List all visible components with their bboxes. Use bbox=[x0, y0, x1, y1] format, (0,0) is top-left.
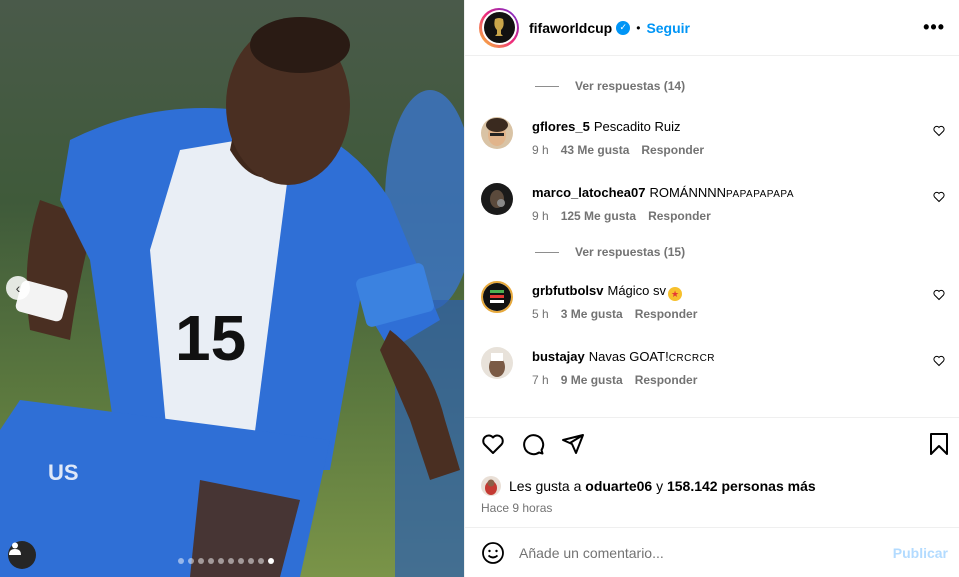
comment-likes[interactable]: 9 Me gusta bbox=[561, 373, 623, 387]
commenter-avatar[interactable] bbox=[481, 347, 513, 379]
comment-time: 9 h bbox=[532, 143, 549, 157]
comment-icon[interactable] bbox=[521, 432, 545, 456]
carousel-dot bbox=[198, 558, 204, 564]
heart-icon[interactable] bbox=[933, 289, 945, 301]
comment-text: Navas GOAT! bbox=[588, 349, 669, 364]
author-username[interactable]: fifaworldcup bbox=[529, 20, 612, 36]
player-photo: 15 US bbox=[0, 17, 464, 577]
carousel-dot bbox=[178, 558, 184, 564]
view-replies-label: Ver respuestas (15) bbox=[575, 245, 686, 259]
previous-image-button[interactable]: ‹ bbox=[6, 276, 30, 300]
svg-text:US: US bbox=[48, 460, 79, 485]
comments-list: Ver respuestas (14) gflores_5 Pescadito R… bbox=[465, 57, 959, 417]
reply-button[interactable]: Responder bbox=[648, 209, 711, 223]
view-replies-button[interactable]: Ver respuestas (14) bbox=[535, 79, 685, 93]
post-actions: Les gusta a oduarte06 y 158.142 personas… bbox=[465, 417, 959, 527]
carousel-dot bbox=[238, 558, 244, 564]
heart-icon[interactable] bbox=[933, 355, 945, 367]
commenter-avatar[interactable] bbox=[481, 117, 513, 149]
commenter-avatar[interactable] bbox=[481, 281, 513, 313]
share-icon[interactable] bbox=[561, 432, 585, 456]
verified-badge-icon: ✓ bbox=[616, 20, 631, 35]
comment-composer: Publicar bbox=[465, 527, 959, 577]
publish-button[interactable]: Publicar bbox=[893, 545, 948, 561]
author-avatar[interactable] bbox=[479, 7, 519, 48]
reply-button[interactable]: Responder bbox=[641, 143, 704, 157]
liker-username[interactable]: oduarte06 bbox=[585, 478, 652, 494]
svg-text:15: 15 bbox=[175, 302, 246, 374]
emoji-icon[interactable] bbox=[481, 541, 505, 565]
carousel-indicator bbox=[178, 558, 274, 564]
follow-button[interactable]: Seguir bbox=[646, 20, 690, 36]
likes-connector: y bbox=[656, 478, 664, 494]
tagged-users-button[interactable] bbox=[8, 541, 36, 569]
heart-icon[interactable] bbox=[933, 191, 945, 203]
view-replies-button[interactable]: Ver respuestas (15) bbox=[535, 245, 685, 259]
post-header: fifaworldcup ✓ • Seguir ••• bbox=[465, 0, 959, 56]
comment-username[interactable]: marco_latochea07 bbox=[532, 185, 645, 200]
post-side-panel: fifaworldcup ✓ • Seguir ••• Ver respuest… bbox=[464, 0, 959, 577]
comment-time: 5 h bbox=[532, 307, 549, 321]
carousel-dot bbox=[218, 558, 224, 564]
user-icon bbox=[9, 542, 21, 555]
comment-text: Pescadito Ruiz bbox=[593, 119, 681, 134]
likes-summary: Les gusta a oduarte06 y 158.142 personas… bbox=[481, 476, 816, 496]
carousel-dot bbox=[268, 558, 274, 564]
carousel-dot bbox=[208, 558, 214, 564]
liker-avatar[interactable] bbox=[481, 476, 501, 496]
commenter-avatar[interactable] bbox=[481, 183, 513, 215]
view-replies-label: Ver respuestas (14) bbox=[575, 79, 686, 93]
likes-others-link[interactable]: 158.142 personas más bbox=[667, 478, 816, 494]
comment-text: Mágico sv bbox=[607, 283, 667, 298]
comment-username[interactable]: bustajay bbox=[532, 349, 585, 364]
trophy-icon bbox=[494, 17, 504, 36]
post-timestamp[interactable]: Hace 9 horas bbox=[481, 501, 552, 515]
more-options-icon[interactable]: ••• bbox=[923, 17, 945, 38]
comment-text-suffix: PAPAPAPAPA bbox=[726, 189, 795, 200]
comment-input[interactable] bbox=[519, 544, 893, 561]
comment-likes[interactable]: 125 Me gusta bbox=[561, 209, 636, 223]
chevron-left-icon: ‹ bbox=[15, 280, 21, 296]
carousel-dot bbox=[258, 558, 264, 564]
carousel-dot bbox=[188, 558, 194, 564]
comment-text: ROMÁNNNN bbox=[649, 185, 727, 200]
like-heart-icon[interactable] bbox=[481, 432, 505, 456]
heart-icon[interactable] bbox=[933, 125, 945, 137]
comment-likes[interactable]: 43 Me gusta bbox=[561, 143, 630, 157]
reply-button[interactable]: Responder bbox=[635, 307, 698, 321]
post-media[interactable]: 15 US ‹ bbox=[0, 0, 464, 577]
likes-prefix: Les gusta a bbox=[509, 478, 582, 494]
comment-time: 9 h bbox=[532, 209, 549, 223]
header-separator: • bbox=[636, 20, 641, 35]
comment-username[interactable]: grbfutbolsv bbox=[532, 283, 604, 298]
star-struck-emoji-icon: ★ bbox=[668, 287, 683, 301]
carousel-dot bbox=[248, 558, 254, 564]
reply-button[interactable]: Responder bbox=[635, 373, 698, 387]
comment-text-suffix: CRCRCR bbox=[668, 353, 716, 364]
save-bookmark-icon[interactable] bbox=[928, 432, 950, 456]
comment-username[interactable]: gflores_5 bbox=[532, 119, 590, 134]
comment-likes[interactable]: 3 Me gusta bbox=[561, 307, 623, 321]
carousel-dot bbox=[228, 558, 234, 564]
comment-time: 7 h bbox=[532, 373, 549, 387]
